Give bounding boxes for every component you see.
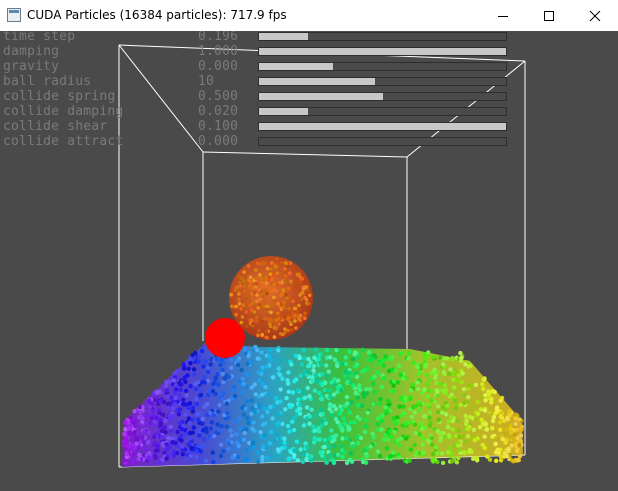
window-title: CUDA Particles (16384 particles): 717.9 …: [27, 8, 287, 22]
param-value: 0.196: [198, 31, 239, 44]
param-label: collide attract: [3, 134, 124, 149]
app-icon: [7, 8, 21, 22]
param-label: collide damping: [3, 104, 124, 119]
minimize-button[interactable]: [480, 0, 526, 31]
render-viewport[interactable]: time step 0.196 damping 1.000 gravity 0.000 ba…: [0, 31, 618, 491]
param-value: 0.000: [198, 134, 239, 149]
param-label: time step: [3, 31, 76, 44]
param-slider[interactable]: [258, 122, 507, 131]
param-slider-fill: [259, 108, 309, 115]
param-slider-fill: [259, 33, 309, 40]
param-row-time-step[interactable]: time step 0.196: [0, 31, 520, 46]
param-row-damping[interactable]: damping 1.000: [0, 44, 520, 61]
param-label: collide shear: [3, 119, 108, 134]
param-label: collide spring: [3, 89, 116, 104]
param-value: 0.000: [198, 59, 239, 74]
param-label: ball radius: [3, 74, 92, 89]
param-slider-fill: [259, 123, 506, 130]
param-slider-fill: [259, 78, 376, 85]
param-slider-fill: [259, 93, 383, 100]
title-bar[interactable]: CUDA Particles (16384 particles): 717.9 …: [0, 0, 618, 31]
close-icon: [589, 10, 601, 21]
param-value: 0.020: [198, 104, 239, 119]
param-label: gravity: [3, 59, 60, 74]
param-slider[interactable]: [258, 77, 507, 86]
param-slider[interactable]: [258, 107, 507, 116]
param-slider[interactable]: [258, 92, 507, 101]
param-value: 1.000: [198, 44, 239, 59]
param-row-collide-attract[interactable]: collide attract 0.000: [0, 134, 520, 151]
param-value: 0.100: [198, 119, 239, 134]
param-label: damping: [3, 44, 60, 59]
close-button[interactable]: [572, 0, 618, 31]
maximize-icon: [544, 10, 554, 21]
param-slider[interactable]: [258, 32, 507, 41]
param-value: 0.500: [198, 89, 239, 104]
param-slider[interactable]: [258, 137, 507, 146]
minimize-icon: [498, 15, 508, 17]
param-slider-fill: [259, 63, 334, 70]
param-slider[interactable]: [258, 47, 507, 56]
param-slider[interactable]: [258, 62, 507, 71]
maximize-button[interactable]: [526, 0, 572, 31]
param-value: 10: [198, 74, 215, 89]
param-slider-fill: [259, 48, 506, 55]
